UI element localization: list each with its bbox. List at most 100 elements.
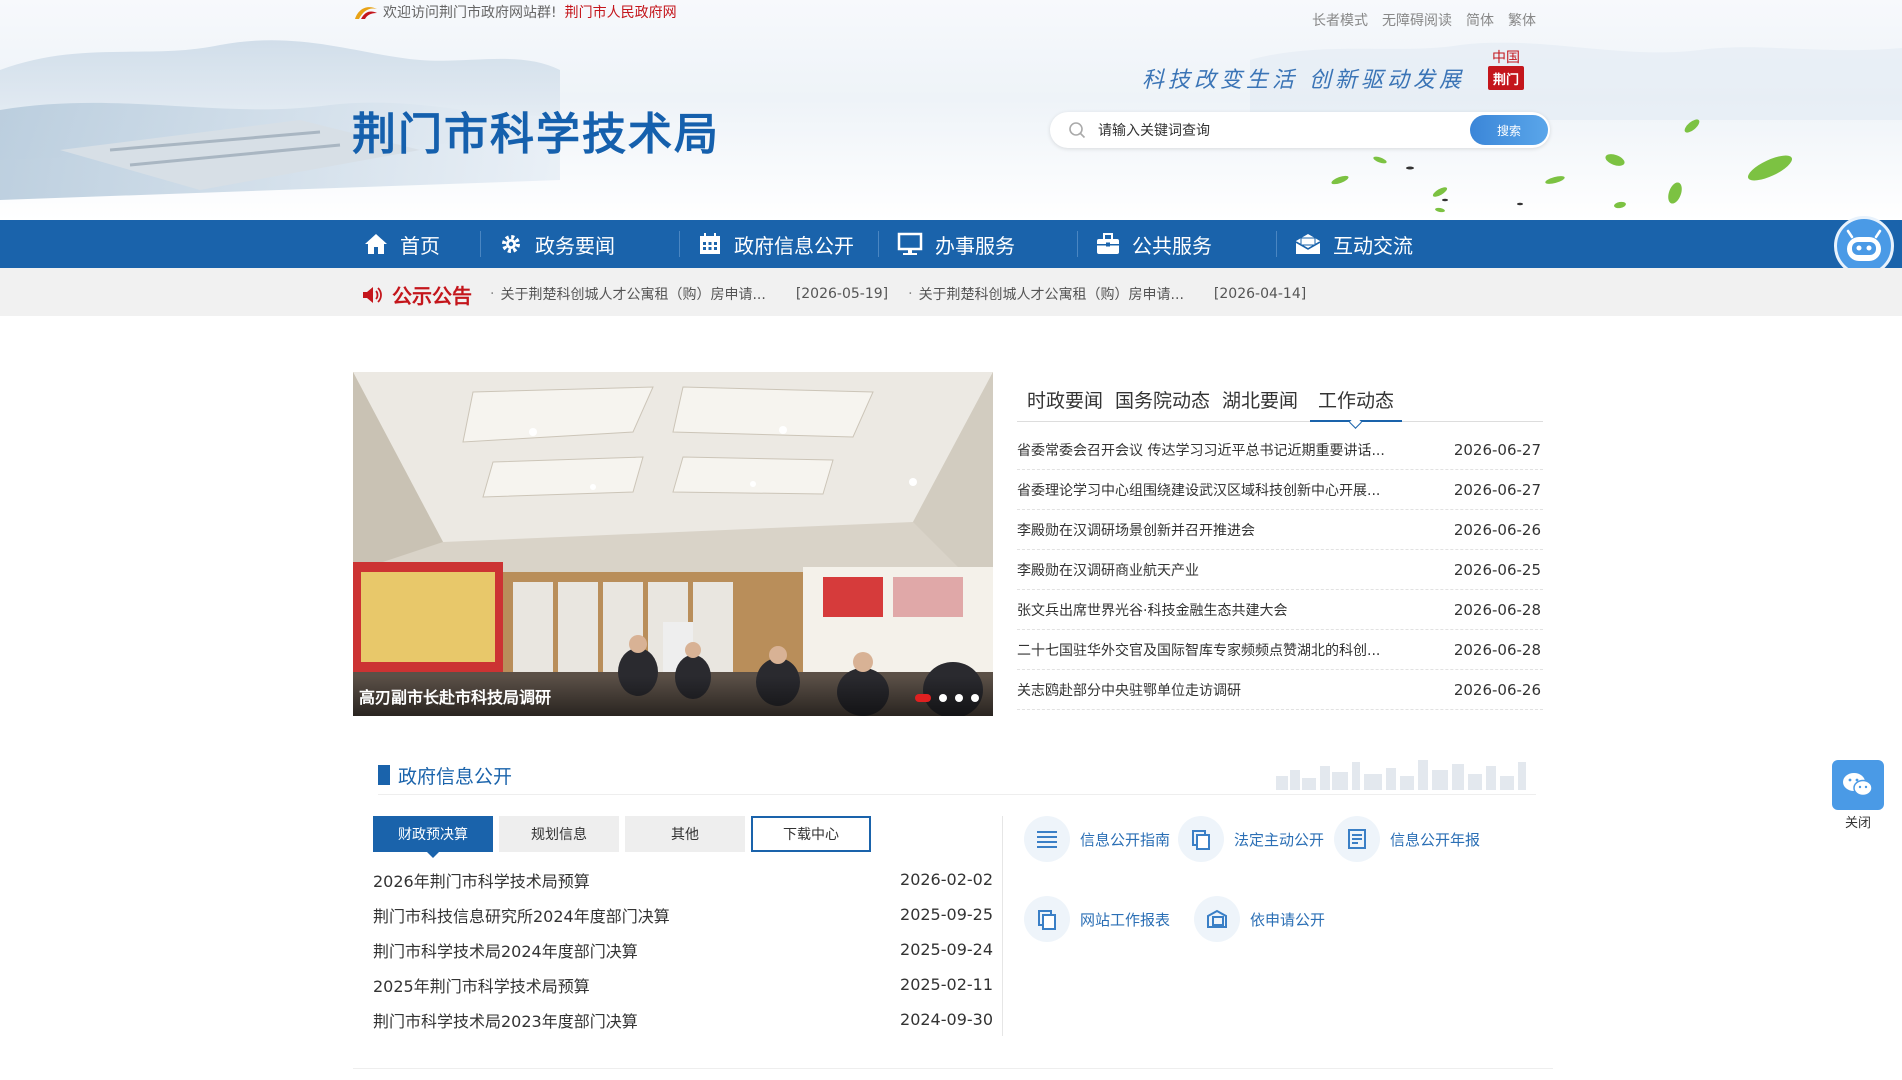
site-title[interactable]: 荆门市科学技术局 — [352, 98, 720, 162]
simplified-chinese-link[interactable]: 简体 — [1466, 10, 1494, 30]
carousel-caption[interactable]: 高刃副市长赴市科技局调研 — [359, 684, 551, 708]
list-item[interactable]: 2026年荆门市科学技术局预算 2026-02-02 — [373, 862, 993, 897]
nav-item-gov-info[interactable]: 政府信息公开 — [698, 220, 860, 268]
doc-date: 2024-09-30 — [900, 1010, 993, 1029]
top-links: 长者模式 无障碍阅读 简体 繁体 — [1312, 10, 1536, 30]
news-row[interactable]: 省委理论学习中心组围绕建设武汉区域科技创新中心开展... 2026-06-27 — [1017, 470, 1543, 510]
gov-portal-link[interactable]: 荆门市人民政府网 — [565, 2, 677, 22]
notice-bar: 公示公告 · 关于荆楚科创城人才公寓租（购）房申请... [2026-05-19… — [0, 268, 1902, 316]
welcome-text: 欢迎访问荆门市政府网站群! — [383, 5, 557, 21]
link-label: 网站工作报表 — [1080, 910, 1171, 929]
news-panel: 时政要闻 国务院动态 湖北要闻 工作动态 省委常委会召开会议 传达学习习近平总书… — [1017, 386, 1543, 710]
nav-item-interaction[interactable]: 互动交流 — [1295, 220, 1457, 268]
traditional-chinese-link[interactable]: 繁体 — [1508, 10, 1536, 30]
elder-mode-link[interactable]: 长者模式 — [1312, 10, 1368, 30]
news-row[interactable]: 关志鸥赴部分中央驻鄂单位走访调研 2026-06-26 — [1017, 670, 1543, 710]
section-title[interactable]: 政府信息公开 — [398, 762, 512, 789]
news-date: 2026-06-27 — [1453, 480, 1541, 499]
float-close-button[interactable]: 关闭 — [1830, 812, 1886, 831]
link-website-report[interactable]: 网站工作报表 — [1024, 896, 1170, 942]
gov-doc-list: 2026年荆门市科学技术局预算 2026-02-02 荆门市科技信息研究所2024… — [373, 862, 993, 1037]
link-label: 依申请公开 — [1250, 910, 1326, 929]
link-annual-report[interactable]: 信息公开年报 — [1334, 816, 1480, 862]
list-item[interactable]: 2025年荆门市科学技术局预算 2025-02-11 — [373, 967, 993, 1002]
list-icon — [1024, 816, 1070, 862]
tab-planning[interactable]: 规划信息 — [499, 816, 619, 852]
carousel-dot[interactable] — [971, 694, 979, 702]
home-icon — [365, 234, 387, 254]
list-item[interactable]: 荆门市科技信息研究所2024年度部门决算 2025-09-25 — [373, 897, 993, 932]
notice-item-date: [2026-04-14] — [1213, 286, 1307, 302]
doc-title: 荆门市科学技术局2024年度部门决算 — [373, 941, 638, 961]
notice-item[interactable]: · 关于荆楚科创城人才公寓租（购）房申请... [2026-04-14] — [908, 284, 1306, 304]
news-row[interactable]: 李殿勋在汉调研场景创新并召开推进会 2026-06-26 — [1017, 510, 1543, 550]
doc-date: 2025-09-25 — [900, 905, 993, 924]
notice-item-text: 关于荆楚科创城人才公寓租（购）房申请... — [500, 287, 766, 303]
news-title: 关志鸥赴部分中央驻鄂单位走访调研 — [1017, 682, 1241, 699]
badge-top-text: 中国 — [1492, 50, 1520, 66]
search-button[interactable]: 搜索 — [1470, 115, 1548, 145]
link-apply-disclosure[interactable]: 依申请公开 — [1194, 896, 1325, 942]
search-input[interactable] — [1098, 122, 1438, 138]
nav-label: 办事服务 — [935, 233, 1015, 258]
gov-tabs: 财政预决算 规划信息 其他 下载中心 — [373, 816, 871, 858]
photo-carousel[interactable]: 高刃副市长赴市科技局调研 — [353, 372, 993, 716]
doc-title: 2025年荆门市科学技术局预算 — [373, 976, 590, 996]
nav-item-news[interactable]: 政务要闻 — [499, 220, 661, 268]
report-icon — [1334, 816, 1380, 862]
tab-political-news[interactable]: 时政要闻 — [1027, 386, 1103, 422]
accessible-reading-link[interactable]: 无障碍阅读 — [1382, 10, 1452, 30]
nav-divider — [679, 231, 680, 257]
tab-budget[interactable]: 财政预决算 — [373, 816, 493, 858]
carousel-dot[interactable] — [955, 694, 963, 702]
notice-item[interactable]: · 关于荆楚科创城人才公寓租（购）房申请... [2026-05-19] — [490, 284, 888, 304]
tab-state-council[interactable]: 国务院动态 — [1115, 386, 1210, 422]
link-label: 信息公开年报 — [1390, 830, 1481, 849]
chatbot-button[interactable] — [1834, 216, 1894, 276]
site-header: 欢迎访问荆门市政府网站群! 荆门市人民政府网 长者模式 无障碍阅读 简体 繁体 … — [0, 0, 1902, 220]
section-bottom-divider — [353, 1068, 1553, 1069]
nav-divider — [480, 231, 481, 257]
search-icon — [1069, 122, 1086, 139]
tab-other[interactable]: 其他 — [625, 816, 745, 852]
doc-title: 荆门市科学技术局2023年度部门决算 — [373, 1011, 638, 1031]
news-title: 省委常委会召开会议 传达学习习近平总书记近期重要讲话... — [1017, 442, 1385, 459]
news-row[interactable]: 李殿勋在汉调研商业航天产业 2026-06-25 — [1017, 550, 1543, 590]
news-date: 2026-06-25 — [1453, 560, 1541, 579]
notice-title: 公示公告 — [362, 280, 472, 309]
notice-list: · 关于荆楚科创城人才公寓租（购）房申请... [2026-05-19] · 关… — [490, 284, 1326, 304]
nav-item-home[interactable]: 首页 — [352, 220, 462, 268]
tab-hubei-news[interactable]: 湖北要闻 — [1222, 386, 1298, 422]
mail-icon — [1295, 234, 1321, 254]
nav-item-services[interactable]: 办事服务 — [897, 220, 1059, 268]
jingmen-badge: 中国 荆门 — [1488, 50, 1524, 104]
link-statutory-disclosure[interactable]: 法定主动公开 — [1178, 816, 1324, 862]
tab-work-updates[interactable]: 工作动态 — [1310, 386, 1403, 422]
nav-item-public-services[interactable]: 公共服务 — [1096, 220, 1258, 268]
news-date: 2026-06-28 — [1453, 600, 1541, 619]
gear-icon — [502, 235, 520, 253]
copy-icon — [1178, 816, 1224, 862]
list-item[interactable]: 荆门市科学技术局2024年度部门决算 2025-09-24 — [373, 932, 993, 967]
news-list: 省委常委会召开会议 传达学习习近平总书记近期重要讲话... 2026-06-27 … — [1017, 430, 1543, 710]
badge-bottom-text: 荆门 — [1488, 66, 1524, 90]
carousel-dot[interactable] — [915, 694, 931, 702]
news-title: 省委理论学习中心组围绕建设武汉区域科技创新中心开展... — [1017, 482, 1381, 499]
nav-label: 互动交流 — [1333, 233, 1413, 258]
nav-divider — [1276, 231, 1277, 257]
news-title: 二十七国驻华外交官及国际智库专家频频点赞湖北的科创... — [1017, 642, 1381, 659]
nav-divider — [878, 231, 879, 257]
carousel-dots — [915, 694, 979, 702]
news-row[interactable]: 张文兵出席世界光谷·科技金融生态共建大会 2026-06-28 — [1017, 590, 1543, 630]
news-date: 2026-06-28 — [1453, 640, 1541, 659]
link-disclosure-guide[interactable]: 信息公开指南 — [1024, 816, 1170, 862]
welcome-logo-icon — [355, 7, 377, 19]
tab-download-center[interactable]: 下载中心 — [751, 816, 871, 852]
wechat-float-button[interactable] — [1832, 760, 1884, 810]
doc-date: 2026-02-02 — [900, 870, 993, 889]
notice-title-text: 公示公告 — [392, 284, 472, 308]
list-item[interactable]: 荆门市科学技术局2023年度部门决算 2024-09-30 — [373, 1002, 993, 1037]
carousel-dot[interactable] — [939, 694, 947, 702]
news-row[interactable]: 二十七国驻华外交官及国际智库专家频频点赞湖北的科创... 2026-06-28 — [1017, 630, 1543, 670]
news-row[interactable]: 省委常委会召开会议 传达学习习近平总书记近期重要讲话... 2026-06-27 — [1017, 430, 1543, 470]
